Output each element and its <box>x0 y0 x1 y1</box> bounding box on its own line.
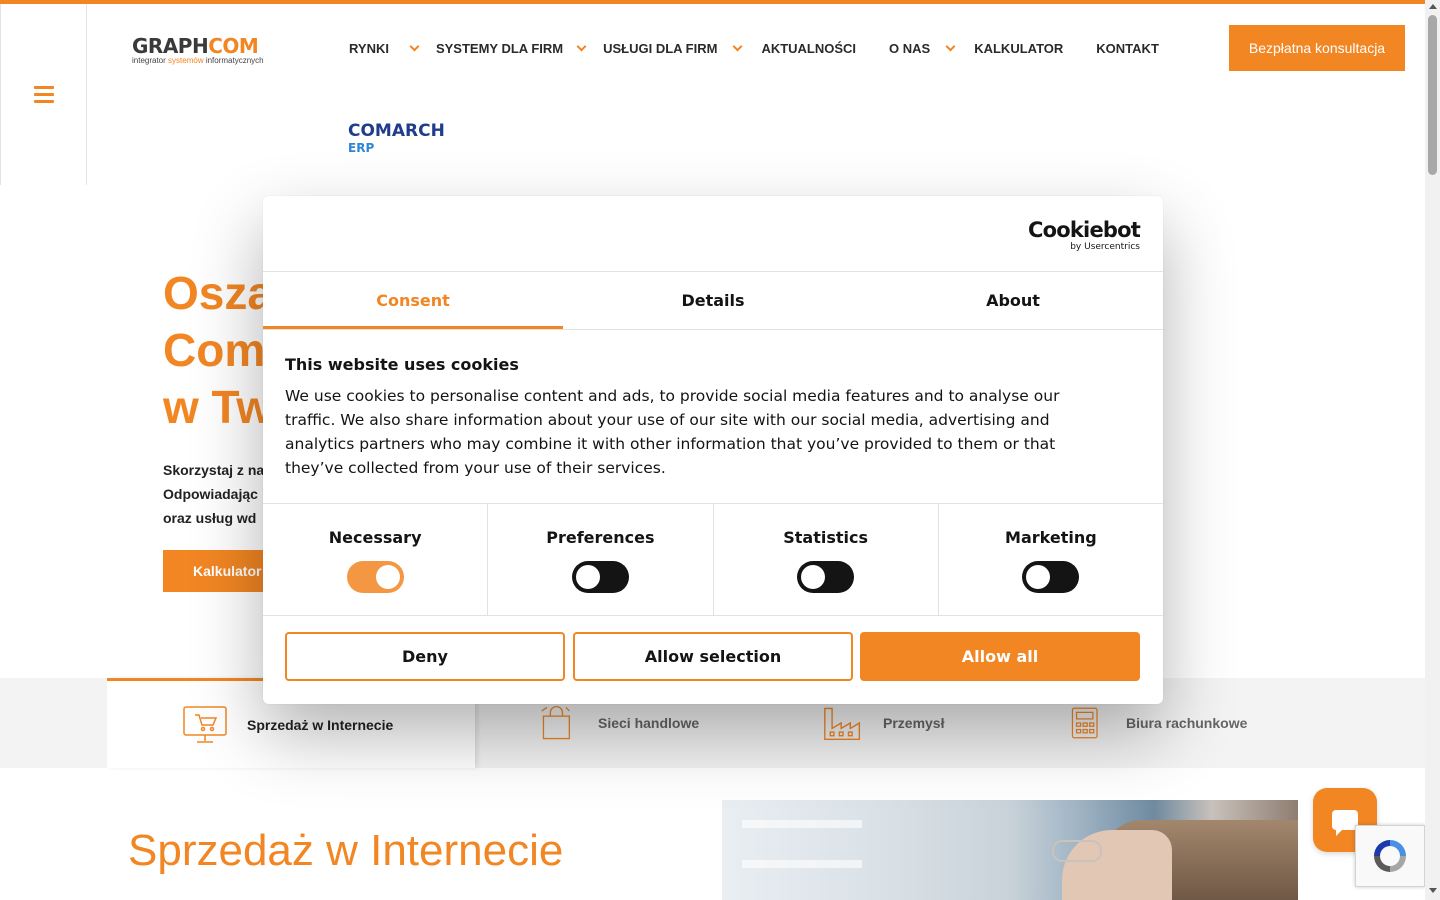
category-marketing: Marketing <box>939 504 1163 615</box>
scroll-up-arrow-icon[interactable] <box>1429 4 1437 9</box>
allow-selection-button[interactable]: Allow selection <box>573 632 853 681</box>
scroll-thumb[interactable] <box>1428 15 1437 175</box>
statistics-toggle[interactable] <box>797 561 855 593</box>
category-preferences: Preferences <box>488 504 714 615</box>
divider <box>263 329 1163 330</box>
category-statistics: Statistics <box>714 504 939 615</box>
scroll-down-arrow-icon[interactable] <box>1429 888 1437 893</box>
category-necessary: Necessary <box>263 504 489 615</box>
preferences-toggle[interactable] <box>571 561 629 593</box>
allow-all-button[interactable]: Allow all <box>860 632 1140 681</box>
cookiebot-logo[interactable]: Cookiebot by Usercentrics <box>1028 219 1141 252</box>
tab-about[interactable]: About <box>863 272 1163 329</box>
necessary-toggle[interactable] <box>346 561 404 593</box>
cookie-categories: Necessary Preferences Statistics Marketi… <box>263 503 1163 616</box>
marketing-toggle[interactable] <box>1022 561 1080 593</box>
deny-button[interactable]: Deny <box>285 632 565 681</box>
tab-details[interactable]: Details <box>563 272 863 329</box>
cookie-description: We use cookies to personalise content an… <box>285 387 1060 477</box>
cookie-heading: This website uses cookies <box>285 355 519 374</box>
cookie-consent-dialog: Cookiebot by Usercentrics Consent Detail… <box>263 196 1163 704</box>
cookie-dialog-tabs: Consent Details About <box>263 272 1163 329</box>
page-scrollbar[interactable] <box>1425 0 1440 900</box>
tab-consent[interactable]: Consent <box>263 272 563 329</box>
